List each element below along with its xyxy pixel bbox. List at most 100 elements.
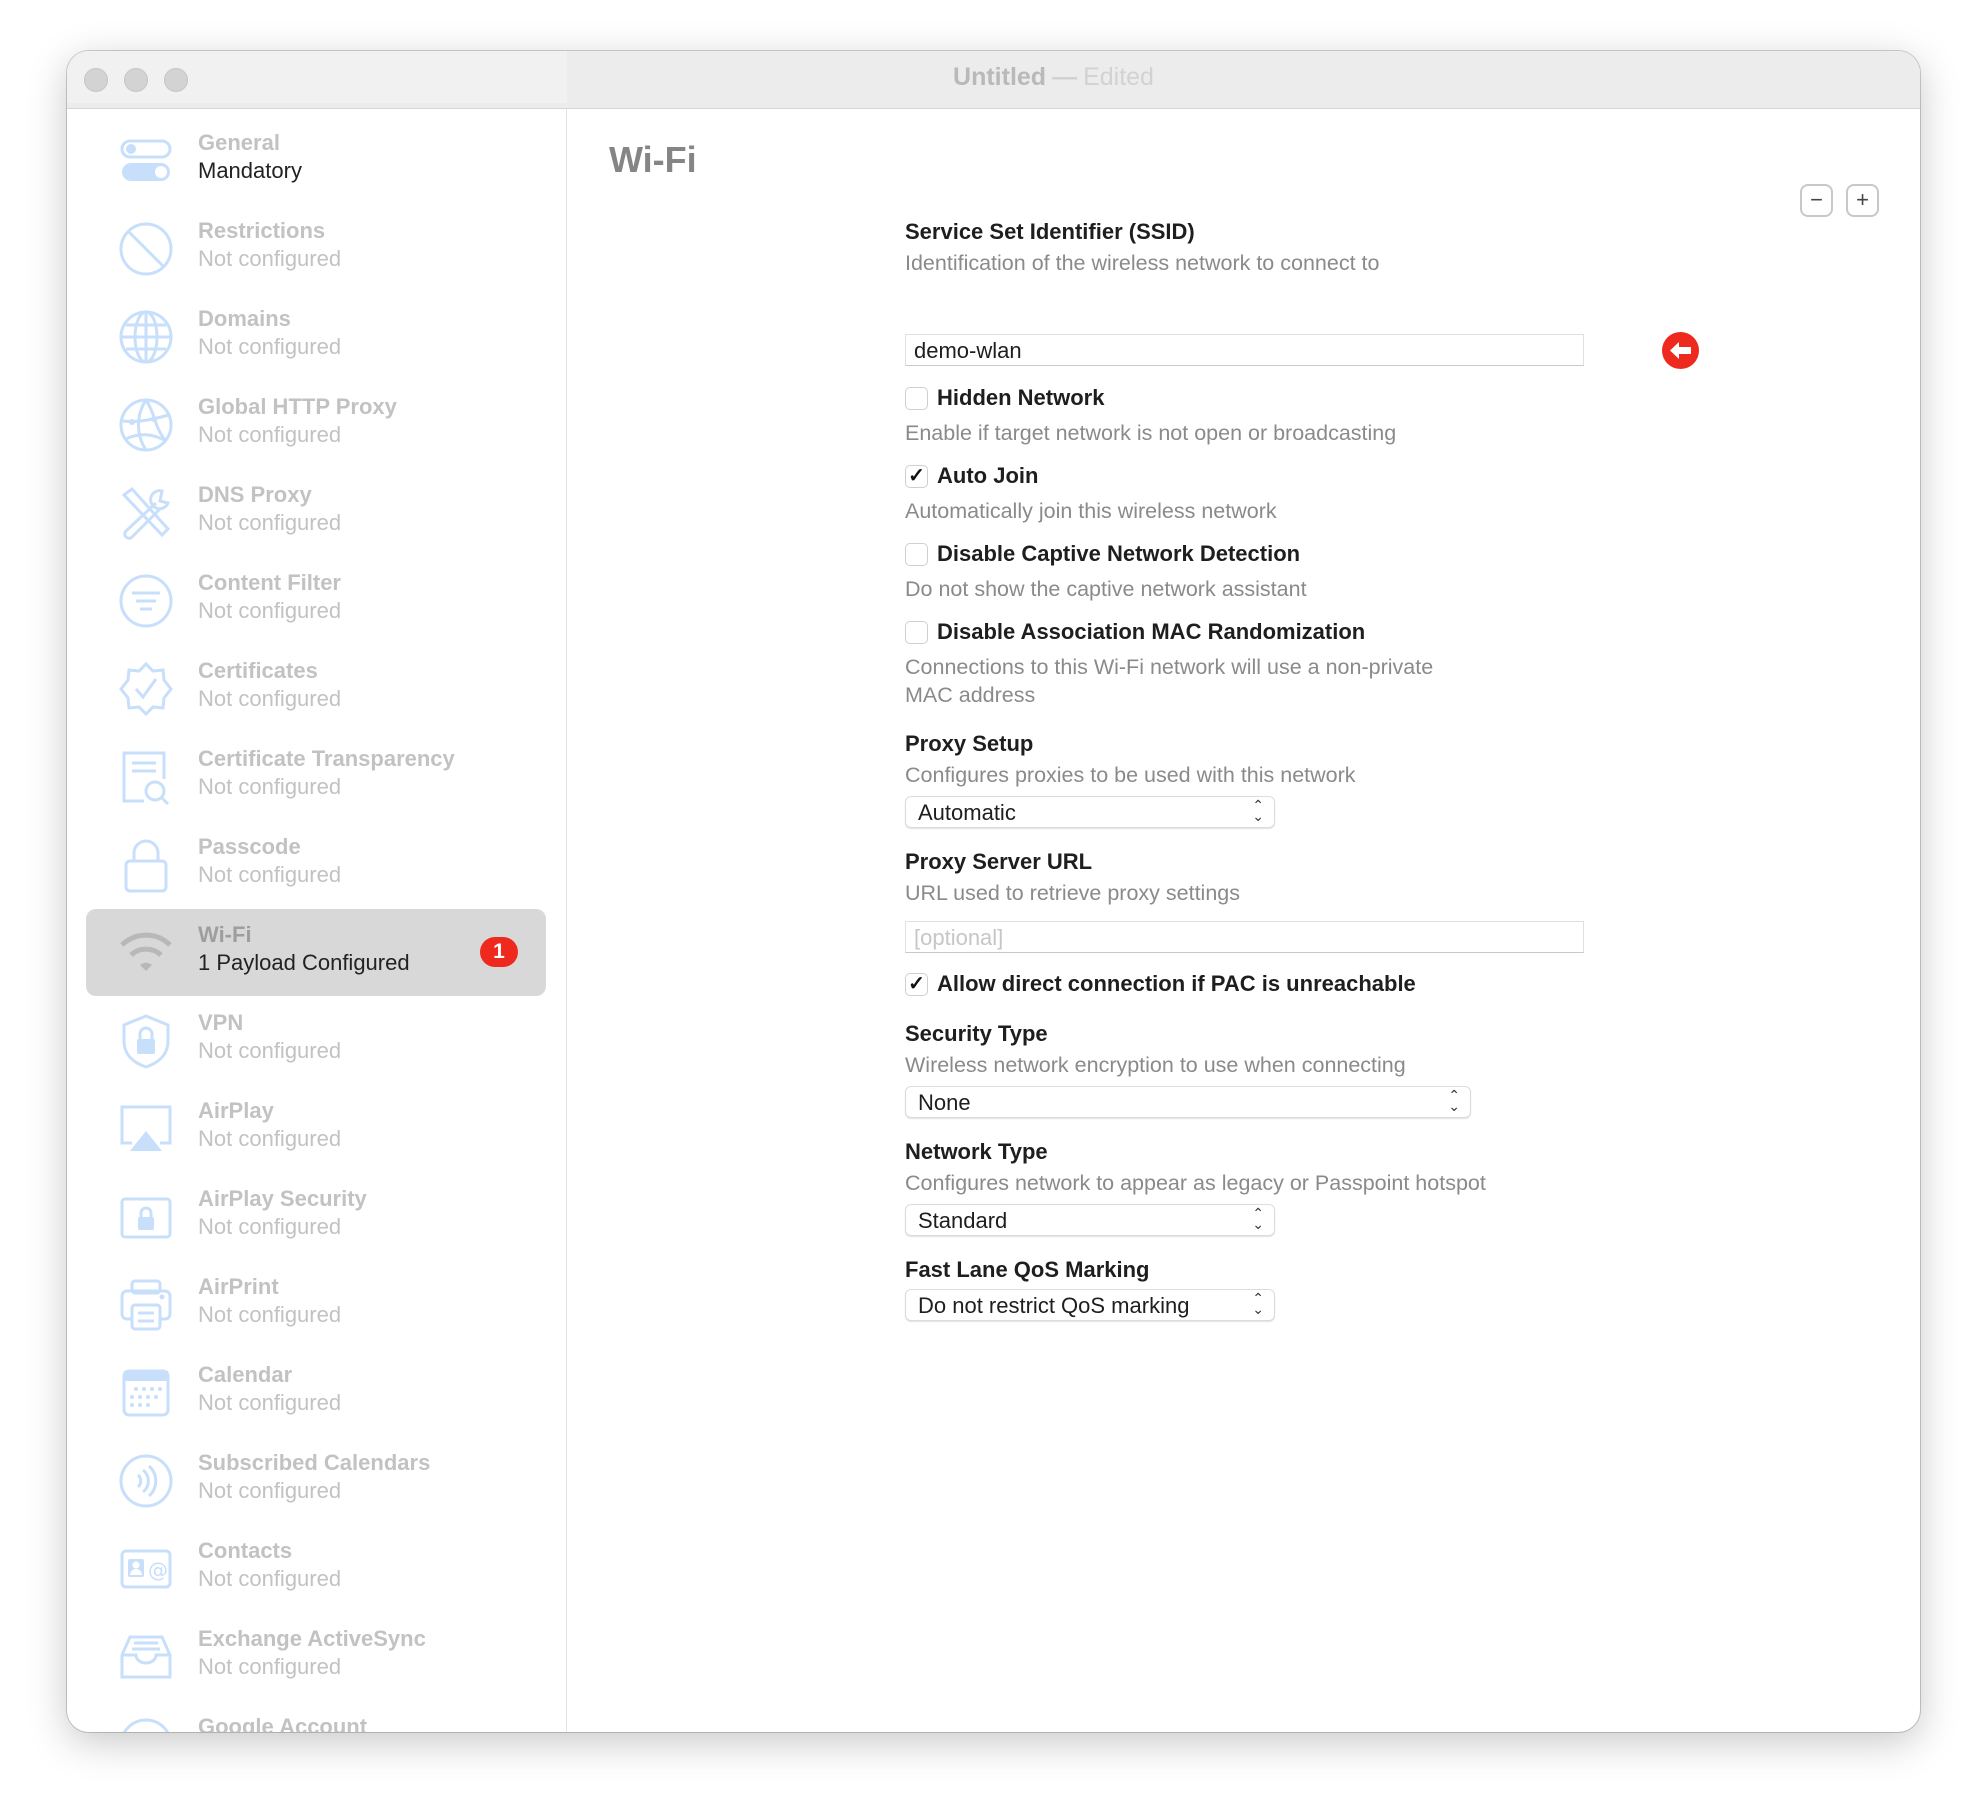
sidebar-item-general[interactable]: General Mandatory [86,117,546,204]
mac-randomization-checkbox[interactable] [905,621,928,644]
qos-select[interactable]: Do not restrict QoS marking ⌃ ⌄ [905,1289,1275,1321]
security-type-select[interactable]: None ⌃ ⌄ [905,1086,1471,1118]
airplay-lock-icon [118,1189,174,1245]
ssid-input[interactable]: demo-wlan [905,334,1584,366]
wifi-icon [118,925,174,981]
sidebar-item-title: Calendar [198,1362,293,1387]
printer-icon [118,1277,174,1333]
network-type-description: Configures network to appear as legacy o… [905,1171,1486,1195]
auto-join-checkbox[interactable]: ✓ [905,465,928,488]
sidebar-item-domains[interactable]: Domains Not configured [86,293,546,380]
allow-direct-checkbox[interactable]: ✓ [905,973,928,996]
mac-randomization-label: Disable Association MAC Randomization [937,619,1366,644]
sidebar-item-title: Subscribed Calendars [198,1450,431,1475]
prohibited-icon [118,221,174,277]
filter-icon [118,573,174,629]
sidebar-item-airprint[interactable]: AirPrint Not configured [86,1261,546,1348]
remove-payload-button[interactable]: − [1800,184,1833,217]
contact-card-icon: @ [118,1541,174,1597]
subscription-icon [118,1453,174,1509]
sidebar-item-google-account[interactable]: Google Account [86,1701,546,1732]
qos-label: Fast Lane QoS Marking [905,1257,1150,1282]
sidebar-item-subtitle: Not configured [198,246,342,271]
calendar-icon [118,1365,174,1421]
sidebar-item-title: Certificate Transparency [198,746,455,771]
sidebar-item-exchange-activesync[interactable]: Exchange ActiveSync Not configured [86,1613,546,1700]
required-arrow-icon [1662,332,1699,369]
proxy-url-description: URL used to retrieve proxy settings [905,881,1240,905]
sidebar-item-global-http-proxy[interactable]: Global HTTP Proxy Not configured [86,381,546,468]
svg-text:@: @ [148,1558,168,1582]
sidebar-item-title: AirPlay Security [198,1186,367,1211]
sidebar-item-subtitle: Not configured [198,1654,342,1679]
chevron-up-down-icon: ⌃ ⌄ [1252,797,1264,824]
inbox-tray-icon [118,1629,174,1685]
ssid-label: Service Set Identifier (SSID) [905,219,1195,244]
captive-detection-checkbox[interactable] [905,543,928,566]
sidebar-item-title: Passcode [198,834,301,859]
sidebar-item-certificates[interactable]: Certificates Not configured [86,645,546,732]
sidebar-item-airplay-security[interactable]: AirPlay Security Not configured [86,1173,546,1260]
sidebar-item-restrictions[interactable]: Restrictions Not configured [86,205,546,292]
sidebar-item-title: Exchange ActiveSync [198,1626,426,1651]
sidebar-item-title: Domains [198,306,291,331]
network-type-label: Network Type [905,1139,1048,1164]
window-title: Untitled — Edited [67,63,1920,92]
sidebar-item-title: Wi-Fi [198,922,252,947]
chevron-up-down-icon: ⌃ ⌄ [1448,1087,1460,1114]
sidebar-item-subtitle: Not configured [198,1038,342,1063]
sidebar-item-title: Contacts [198,1538,293,1563]
sidebar-item-wi-fi[interactable]: Wi-Fi 1 Payload Configured 1 [86,909,546,996]
sidebar-item-subtitle: Not configured [198,510,342,535]
sidebar-item-subtitle: Not configured [198,422,342,447]
document-search-icon [118,749,174,806]
proxy-setup-select[interactable]: Automatic ⌃ ⌄ [905,796,1275,828]
sidebar-item-title: Global HTTP Proxy [198,394,397,419]
sidebar-item-subtitle: Not configured [198,1214,342,1239]
mail-icon [118,1717,174,1732]
hidden-network-label: Hidden Network [937,385,1105,410]
checkmark-icon: ✓ [908,465,925,487]
document-name: Untitled [953,63,1047,91]
sidebar-item-certificate-transparency[interactable]: Certificate Transparency Not configured [86,733,546,820]
sidebar-item-calendar[interactable]: Calendar Not configured [86,1349,546,1436]
sidebar-item-subscribed-calendars[interactable]: Subscribed Calendars Not configured [86,1437,546,1524]
auto-join-label: Auto Join [937,463,1039,488]
sidebar-item-airplay[interactable]: AirPlay Not configured [86,1085,546,1172]
proxy-setup-label: Proxy Setup [905,731,1034,756]
chevron-up-down-icon: ⌃ ⌄ [1252,1205,1264,1232]
proxy-url-input[interactable]: [optional] [905,921,1584,953]
sidebar-item-subtitle: Not configured [198,774,342,799]
sidebar-item-title: Google Account [198,1714,368,1732]
security-type-description: Wireless network encryption to use when … [905,1053,1406,1077]
allow-direct-label: Allow direct connection if PAC is unreac… [937,971,1416,996]
sidebar-item-dns-proxy[interactable]: DNS Proxy Not configured [86,469,546,556]
edited-status: Edited [1083,63,1154,91]
page-title: Wi-Fi [609,139,697,180]
mac-randomization-description-1: Connections to this Wi-Fi network will u… [905,655,1434,679]
toggle-switches-icon [118,133,174,189]
network-type-select[interactable]: Standard ⌃ ⌄ [905,1204,1275,1236]
sidebar-item-subtitle: Not configured [198,862,342,887]
sidebar-item-subtitle: Not configured [198,598,342,623]
mac-randomization-description-2: MAC address [905,683,1036,707]
payload-sidebar: General Mandatory Restrictions Not configur… [67,109,567,1732]
proxy-url-label: Proxy Server URL [905,849,1093,874]
app-window: Untitled — Edited General Mandatory Restrict… [67,51,1920,1732]
sidebar-item-title: Certificates [198,658,318,683]
proxy-setup-value: Automatic [918,800,1016,825]
sidebar-item-passcode[interactable]: Passcode Not configured [86,821,546,908]
sidebar-item-subtitle: Not configured [198,1478,342,1503]
sidebar-item-vpn[interactable]: VPN Not configured [86,997,546,1084]
sidebar-item-title: Content Filter [198,570,341,595]
sidebar-item-title: DNS Proxy [198,482,312,507]
captive-detection-description: Do not show the captive network assistan… [905,577,1307,601]
sidebar-item-title: General [198,130,280,155]
sidebar-item-content-filter[interactable]: Content Filter Not configured [86,557,546,644]
hidden-network-checkbox[interactable] [905,387,928,410]
sidebar-item-title: AirPlay [198,1098,274,1123]
lock-icon [118,837,174,893]
sidebar-item-contacts[interactable]: @ Contacts Not configured [86,1525,546,1612]
add-payload-button[interactable]: + [1846,184,1879,217]
proxy-setup-description: Configures proxies to be used with this … [905,763,1356,787]
